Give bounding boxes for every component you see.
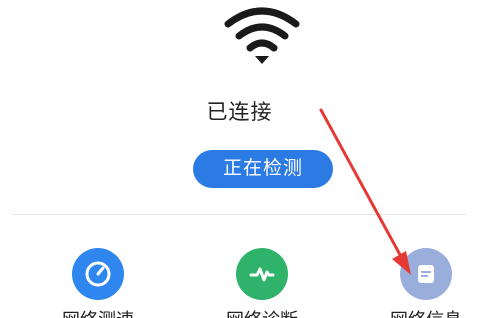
network-info-button[interactable]: [400, 248, 452, 300]
network-diagnosis-label: 网络诊断: [202, 306, 322, 318]
connection-status: 已连接: [206, 100, 273, 124]
wifi-status-screen: 已连接 正在检测 网络测速 网络诊断 网络信息: [0, 0, 479, 318]
network-info-label: 网络信息: [366, 306, 479, 318]
speed-test-button[interactable]: [72, 248, 124, 300]
wifi-icon: [224, 7, 300, 64]
speed-test-label: 网络测速: [38, 306, 158, 318]
network-diagnosis-button[interactable]: [236, 248, 288, 300]
divider: [12, 214, 467, 215]
detecting-button[interactable]: 正在检测: [193, 150, 333, 188]
document-icon: [418, 265, 434, 283]
speedometer-icon: [85, 261, 111, 287]
pulse-icon: [249, 267, 275, 282]
